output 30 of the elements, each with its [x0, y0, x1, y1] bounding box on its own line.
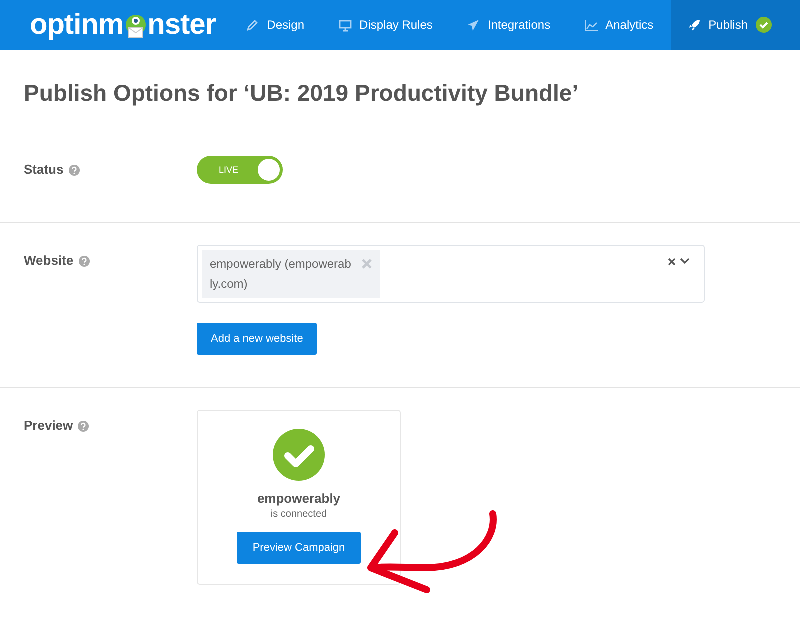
- nav-tab[interactable]: Publish: [670, 0, 800, 50]
- add-website-button[interactable]: Add a new website: [197, 323, 318, 355]
- help-icon: [78, 256, 90, 267]
- connection-status: is connected: [270, 509, 328, 520]
- remove-icon: [362, 259, 372, 269]
- website-tag: empowerably (empowerab ly.com): [202, 250, 380, 298]
- field-label: Preview: [24, 418, 74, 433]
- clear-icon: [668, 256, 676, 266]
- line-chart-icon: [584, 18, 598, 32]
- website-select[interactable]: empowerably (empowerab ly.com): [197, 245, 705, 303]
- help-icon: [68, 165, 80, 176]
- nav-tab[interactable]: Integrations: [450, 0, 568, 50]
- monitor-icon: [338, 18, 352, 32]
- field-label: Status: [24, 162, 64, 177]
- logo-text: optinm: [30, 8, 124, 42]
- nav-tab[interactable]: Display Rules: [322, 0, 450, 50]
- site-name: empowerably: [257, 491, 341, 506]
- page-title: Publish Options for ‘UB: 2019 Productivity Bundle’: [23, 79, 580, 108]
- preview-campaign-button[interactable]: Preview Campaign: [236, 532, 362, 564]
- field-label: Website: [24, 253, 74, 268]
- nav-tab[interactable]: Analytics: [568, 0, 671, 50]
- nav-tab[interactable]: Design: [229, 0, 322, 50]
- logo-text: nster: [148, 8, 216, 42]
- paper-plane-icon: [466, 18, 480, 32]
- chevron-down-icon: [680, 256, 690, 266]
- rocket-icon: [688, 18, 701, 32]
- pencil-icon: [246, 18, 260, 32]
- help-icon: [78, 421, 90, 432]
- check-circle-icon: [273, 429, 325, 481]
- live-toggle[interactable]: LIVE: [197, 156, 283, 184]
